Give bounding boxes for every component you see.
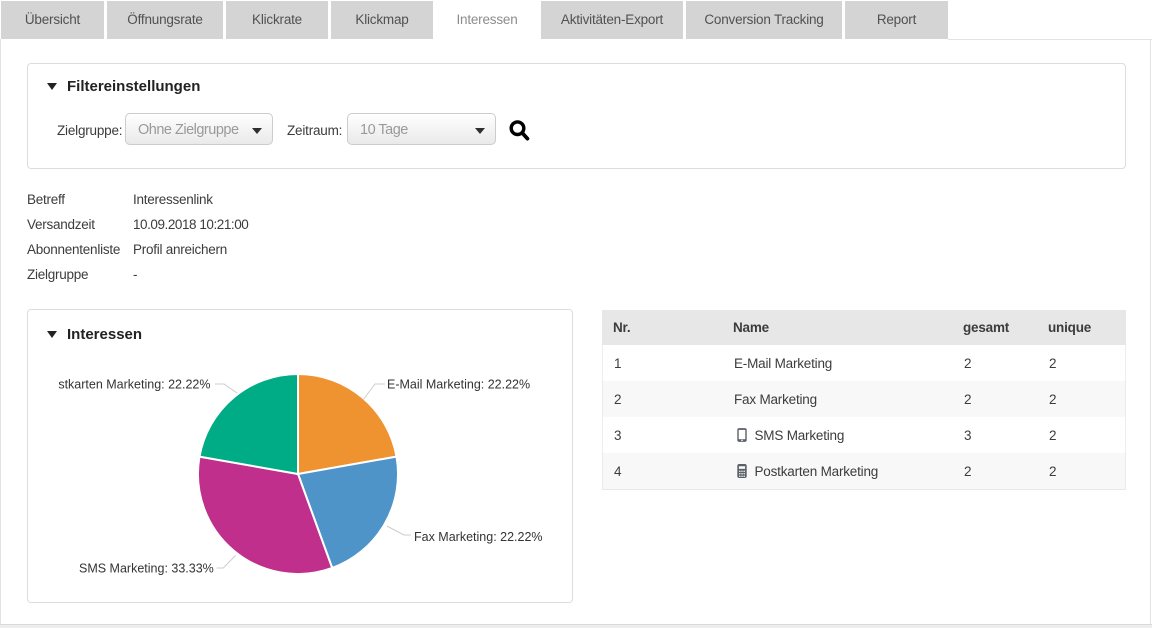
svg-text:E-Mail Marketing: 22.22%: E-Mail Marketing: 22.22% <box>387 378 530 392</box>
svg-text:Fax Marketing: 22.22%: Fax Marketing: 22.22% <box>414 530 543 544</box>
svg-text:SMS Marketing: 33.33%: SMS Marketing: 33.33% <box>79 562 214 576</box>
svg-text:stkarten Marketing: 22.22%: stkarten Marketing: 22.22% <box>58 378 210 392</box>
